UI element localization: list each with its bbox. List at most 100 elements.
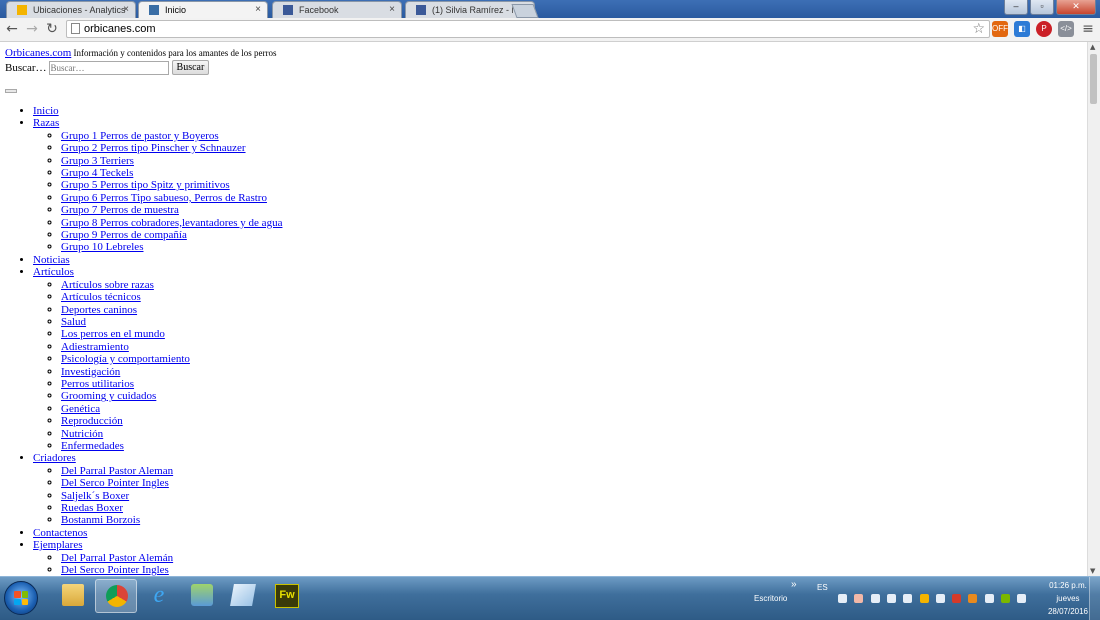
language-indicator[interactable]: ES <box>817 583 828 592</box>
system-clock[interactable]: 01:26 p.m. jueves 28/07/2016 <box>1048 579 1088 618</box>
flag-icon[interactable] <box>886 594 896 603</box>
menu-icon[interactable]: ≡ <box>1080 21 1096 37</box>
submenu-link[interactable]: Grupo 2 Perros tipo Pinscher y Schnauzer <box>61 142 246 154</box>
forward-arrow-icon[interactable]: → <box>24 21 40 37</box>
browser-tab[interactable]: Facebook × <box>272 1 402 18</box>
submenu-item: Grupo 7 Perros de muestra <box>61 204 1088 216</box>
submenu-link[interactable]: Grupo 3 Terriers <box>61 155 134 167</box>
menu-link[interactable]: Criadores <box>33 452 76 464</box>
scroll-down-arrow-icon[interactable]: ▼ <box>1090 567 1095 575</box>
submenu-link[interactable]: Nutrición <box>61 428 103 440</box>
submenu-link[interactable]: Grupo 1 Perros de pastor y Boyeros <box>61 130 219 142</box>
search-input[interactable] <box>48 60 169 75</box>
scrollbar-thumb[interactable] <box>1090 54 1097 104</box>
back-arrow-icon[interactable]: ← <box>4 21 20 37</box>
toolbar-expand-chevron[interactable]: » <box>791 579 797 590</box>
dropbox-icon[interactable] <box>838 594 847 603</box>
address-bar[interactable]: orbicanes.com ☆ <box>66 20 990 38</box>
tab-close-icon[interactable]: × <box>123 4 129 15</box>
submenu-link[interactable]: Del Parral Pastor Alemán <box>61 552 173 564</box>
pinterest-icon[interactable]: P <box>1036 21 1052 37</box>
window-close-button[interactable]: ✕ <box>1056 0 1096 15</box>
menu-link[interactable]: Noticias <box>33 254 70 266</box>
submenu-link[interactable]: Investigación <box>61 366 120 378</box>
windows-tray-icon[interactable] <box>984 594 994 603</box>
submenu-link[interactable]: Psicología y comportamiento <box>61 353 190 365</box>
restore-button[interactable]: ▫ <box>1030 0 1054 15</box>
submenu-link[interactable]: Grupo 6 Perros Tipo sabueso, Perros de R… <box>61 192 267 204</box>
submenu: Grupo 1 Perros de pastor y BoyerosGrupo … <box>33 130 1088 254</box>
submenu-link[interactable]: Grupo 4 Teckels <box>61 167 133 179</box>
clock-date: 28/07/2016 <box>1047 607 1088 616</box>
submenu-link[interactable]: Del Serco Pointer Ingles <box>61 564 169 576</box>
submenu-link[interactable]: Grupo 8 Perros cobradores,levantadores y… <box>61 217 282 229</box>
submenu-link[interactable]: Del Serco Pointer Ingles <box>61 477 169 489</box>
submenu-link[interactable]: Grupo 10 Lebreles <box>61 241 143 253</box>
desktop-toolbar-label[interactable]: Escritorio <box>754 594 787 603</box>
chrome-icon <box>106 585 128 607</box>
taskbar-app-button[interactable]: e <box>138 579 178 611</box>
submenu-link[interactable]: Artículos técnicos <box>61 291 141 303</box>
submenu-link[interactable]: Grupo 7 Perros de muestra <box>61 204 179 216</box>
taskbar-app-button[interactable] <box>95 579 137 613</box>
submenu-item: Investigación <box>61 366 1088 378</box>
chrome-tray-icon[interactable] <box>919 594 929 603</box>
submenu-item: Artículos sobre razas <box>61 279 1088 291</box>
extension-blue-icon[interactable]: ◧ <box>1014 21 1030 37</box>
new-tab-button[interactable] <box>511 4 539 18</box>
submenu-link[interactable]: Enfermedades <box>61 440 124 452</box>
update-icon[interactable] <box>968 594 978 603</box>
speaker-muted-icon[interactable] <box>854 594 864 603</box>
submenu-link[interactable]: Artículos sobre razas <box>61 279 154 291</box>
browser-tab[interactable]: Ubicaciones - Analytics × <box>6 1 136 18</box>
submenu-link[interactable]: Ruedas Boxer <box>61 502 123 514</box>
menu-link[interactable]: Ejemplares <box>33 539 82 551</box>
submenu-link[interactable]: Grupo 9 Perros de compañía <box>61 229 187 241</box>
submenu-link[interactable]: Saljelk´s Boxer <box>61 490 129 502</box>
page-scrollbar[interactable]: ▲ ▼ <box>1087 42 1100 576</box>
submenu-link[interactable]: Los perros en el mundo <box>61 328 165 340</box>
cloud-icon[interactable] <box>903 594 913 603</box>
start-button[interactable] <box>4 581 38 615</box>
tab-close-icon[interactable]: × <box>389 4 395 15</box>
menu-link[interactable]: Contactenos <box>33 527 87 539</box>
window-controls: – ▫ ✕ <box>1004 0 1096 15</box>
volume-icon[interactable] <box>870 594 880 603</box>
coupon-extension-icon[interactable]: OFF <box>992 21 1008 37</box>
submenu-link[interactable]: Deportes caninos <box>61 304 137 316</box>
page-viewport: Orbicanes.com Información y contenidos p… <box>0 42 1088 576</box>
nvidia-icon[interactable] <box>1001 594 1010 603</box>
reload-icon[interactable]: ↻ <box>44 21 60 37</box>
menu-link[interactable]: Inicio <box>33 105 59 117</box>
submenu-item: Ruedas Boxer <box>61 502 1088 514</box>
menu-link[interactable]: Razas <box>33 117 59 129</box>
submenu-link[interactable]: Genética <box>61 403 100 415</box>
show-desktop-button[interactable] <box>1089 577 1100 620</box>
battery-icon[interactable] <box>935 594 945 603</box>
menu-item: EjemplaresDel Parral Pastor AlemánDel Se… <box>33 539 1088 576</box>
browser-tab[interactable]: Inicio × <box>138 1 268 18</box>
submenu-link[interactable]: Adiestramiento <box>61 341 129 353</box>
submenu-link[interactable]: Salud <box>61 316 86 328</box>
taskbar-app-button[interactable]: Fw <box>265 579 305 611</box>
taskbar-app-button[interactable] <box>222 579 262 611</box>
submenu-link[interactable]: Perros utilitarios <box>61 378 134 390</box>
taskbar-app-button[interactable] <box>52 579 92 611</box>
minimize-button[interactable]: – <box>1004 0 1028 15</box>
submenu-link[interactable]: Reproducción <box>61 415 123 427</box>
taskbar-app-button[interactable] <box>181 579 221 611</box>
menu-link[interactable]: Artículos <box>33 266 74 278</box>
submenu-link[interactable]: Del Parral Pastor Aleman <box>61 465 173 477</box>
scroll-up-arrow-icon[interactable]: ▲ <box>1090 43 1095 51</box>
network-icon[interactable] <box>1017 594 1027 603</box>
tab-close-icon[interactable]: × <box>255 4 261 15</box>
search-button[interactable]: Buscar <box>171 60 210 75</box>
menu-toggle-button[interactable] <box>5 89 17 93</box>
code-extension-icon[interactable]: </> <box>1058 21 1074 37</box>
submenu-link[interactable]: Bostanmi Borzois <box>61 514 140 526</box>
submenu-link[interactable]: Grupo 5 Perros tipo Spitz y primitivos <box>61 179 230 191</box>
site-home-link[interactable]: Orbicanes.com <box>5 47 71 59</box>
submenu-link[interactable]: Grooming y cuidados <box>61 390 156 402</box>
bookmark-star-icon[interactable]: ☆ <box>972 21 985 37</box>
security-shield-icon[interactable] <box>952 594 962 603</box>
